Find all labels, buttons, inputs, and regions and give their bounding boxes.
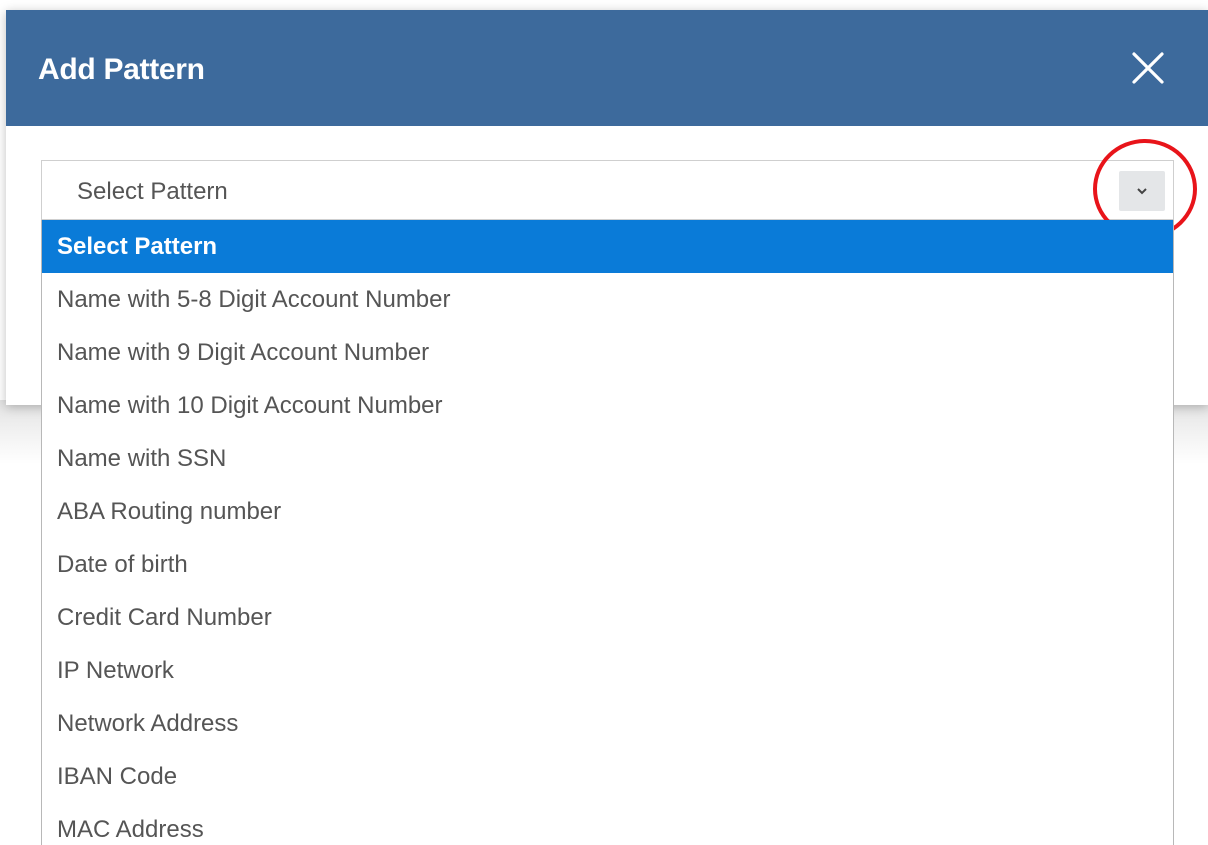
screenshot-frame: Add Pattern Select Pattern Select Patter…	[0, 0, 1208, 845]
close-icon	[1132, 52, 1164, 84]
pattern-select-value: Select Pattern	[77, 178, 228, 205]
dropdown-option[interactable]: Date of birth	[42, 538, 1173, 591]
dropdown-option[interactable]: Network Address	[42, 697, 1173, 750]
pattern-select-toggle[interactable]	[1119, 171, 1165, 211]
dialog-title: Add Pattern	[38, 53, 205, 86]
dropdown-option[interactable]: Name with 10 Digit Account Number	[42, 379, 1173, 432]
dropdown-option[interactable]: ABA Routing number	[42, 485, 1173, 538]
pattern-select[interactable]: Select Pattern	[41, 160, 1174, 220]
dropdown-option[interactable]: Credit Card Number	[42, 591, 1173, 644]
chevron-down-icon	[1137, 188, 1147, 195]
dropdown-option[interactable]: MAC Address	[42, 803, 1173, 845]
close-button[interactable]	[1130, 50, 1166, 86]
pattern-dropdown-list: Select Pattern Name with 5-8 Digit Accoun…	[41, 220, 1174, 845]
dropdown-option[interactable]: Name with 5-8 Digit Account Number	[42, 273, 1173, 326]
dialog-header: Add Pattern	[6, 10, 1208, 126]
dropdown-option[interactable]: IP Network	[42, 644, 1173, 697]
dropdown-option[interactable]: Select Pattern	[42, 220, 1173, 273]
dropdown-option[interactable]: Name with 9 Digit Account Number	[42, 326, 1173, 379]
dropdown-option[interactable]: IBAN Code	[42, 750, 1173, 803]
dropdown-option[interactable]: Name with SSN	[42, 432, 1173, 485]
